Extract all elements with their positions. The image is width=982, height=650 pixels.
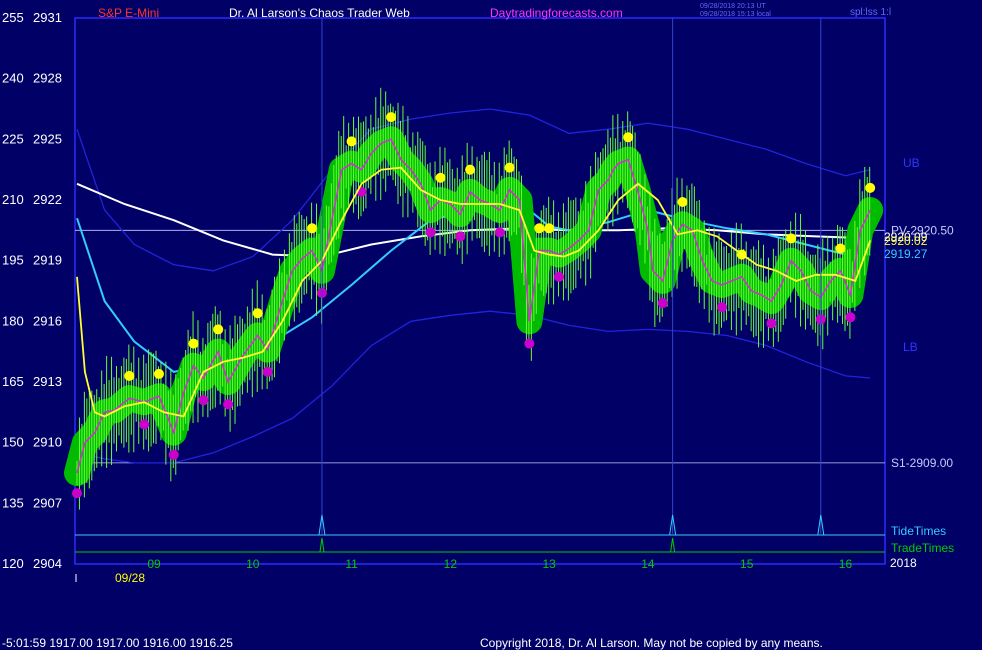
y-tick-label: 2907 <box>33 495 62 510</box>
swing-low-marker <box>223 399 234 410</box>
swing-high-marker <box>465 164 476 175</box>
swing-high-marker <box>623 132 634 143</box>
swing-high-marker <box>865 182 876 193</box>
swing-low-marker <box>717 302 728 313</box>
swing-high-marker <box>188 338 199 349</box>
instrument-title: S&P E-Mini <box>98 6 159 20</box>
swing-high-marker <box>534 223 545 234</box>
swing-high-marker <box>504 162 515 173</box>
last-values: 2920.092920.022919.27 <box>884 230 928 261</box>
x-tick-label: 12 <box>444 557 458 571</box>
swing-high-marker <box>544 223 555 234</box>
x-tick-label: 13 <box>542 557 556 571</box>
chart: S&P E-Mini Dr. Al Larson's Chaos Trader … <box>0 0 982 650</box>
y-tick-label: 2919 <box>33 253 62 268</box>
year-label: 2018 <box>890 556 917 570</box>
x-tick-label: 10 <box>246 557 260 571</box>
timestamp-ut: 09/28/2018 20:13 UT <box>700 3 766 10</box>
y-tick-label: 2904 <box>33 556 62 571</box>
y-tick-label-left: 240 <box>2 71 24 86</box>
bar-interval: spl:lss 1:l <box>850 7 891 18</box>
y-tick-label: 2922 <box>33 192 62 207</box>
y-tick-label-left: 210 <box>2 192 24 207</box>
site-url-link[interactable]: Daytradingforecasts.com <box>490 6 623 20</box>
y-tick-label-left: 165 <box>2 374 24 389</box>
tide-times-label: TideTimes <box>891 524 946 538</box>
cyan-average-value: 2919.27 <box>884 247 928 261</box>
y-tick-label-left: 180 <box>2 313 24 328</box>
x-tick-label: 09 <box>147 557 161 571</box>
x-tick-label: 11 <box>345 557 358 571</box>
swing-low-marker <box>455 231 466 242</box>
y-tick-label: 2925 <box>33 131 62 146</box>
swing-low-marker <box>554 271 565 282</box>
swing-low-marker <box>494 227 505 238</box>
y-tick-label-left: 195 <box>2 253 24 268</box>
y-tick-label: 2913 <box>33 374 62 389</box>
y-tick-label-left: 120 <box>2 556 24 571</box>
swing-high-marker <box>346 136 357 147</box>
swing-low-marker <box>425 227 436 238</box>
swing-low-marker <box>524 338 535 349</box>
swing-high-marker <box>307 223 318 234</box>
trade-times-label: TradeTimes <box>891 541 954 555</box>
swing-low-marker <box>139 419 150 430</box>
timestamp-local: 09/28/2018 15:13 local <box>700 11 771 18</box>
lower-band-label: LB <box>903 340 918 354</box>
swing-low-marker <box>657 298 668 309</box>
swing-high-marker <box>213 324 224 335</box>
swing-high-marker <box>153 368 164 379</box>
copyright: Copyright 2018, Dr. Al Larson. May not b… <box>480 636 823 650</box>
x-tick-label: 14 <box>641 557 655 571</box>
swing-high-marker <box>677 197 688 208</box>
y-tick-label: 2916 <box>33 313 62 328</box>
swing-low-marker <box>168 449 179 460</box>
swing-high-marker <box>124 370 135 381</box>
swing-low-marker <box>198 395 209 406</box>
x-tick-label: 16 <box>839 557 853 571</box>
date-label: 09/28 <box>115 571 145 585</box>
upper-band-label: UB <box>903 156 920 170</box>
swing-high-marker <box>386 112 397 123</box>
swing-low-marker <box>262 366 273 377</box>
swing-high-marker <box>786 233 797 244</box>
y-tick-label: 2931 <box>33 10 62 25</box>
y-tick-label: 2910 <box>33 435 62 450</box>
quote-readout: -5:01:59 1917.00 1917.00 1916.00 1916.25 <box>2 636 233 650</box>
y-tick-label-left: 225 <box>2 131 24 146</box>
swing-high-marker <box>252 308 263 319</box>
y-tick-label-left: 135 <box>2 495 24 510</box>
swing-low-marker <box>845 312 856 323</box>
swing-high-marker <box>435 172 446 183</box>
swing-low-marker <box>71 488 82 499</box>
swing-high-marker <box>835 243 846 254</box>
site-title: Dr. Al Larson's Chaos Trader Web <box>229 6 410 20</box>
swing-low-marker <box>766 318 777 329</box>
y-tick-label: 2928 <box>33 71 62 86</box>
level-label: S1-2909.00 <box>891 456 953 470</box>
y-tick-label-left: 255 <box>2 10 24 25</box>
x-tick-label: 15 <box>740 557 754 571</box>
y-tick-label-left: 150 <box>2 435 24 450</box>
fast-average-value: 2920.02 <box>884 234 928 248</box>
